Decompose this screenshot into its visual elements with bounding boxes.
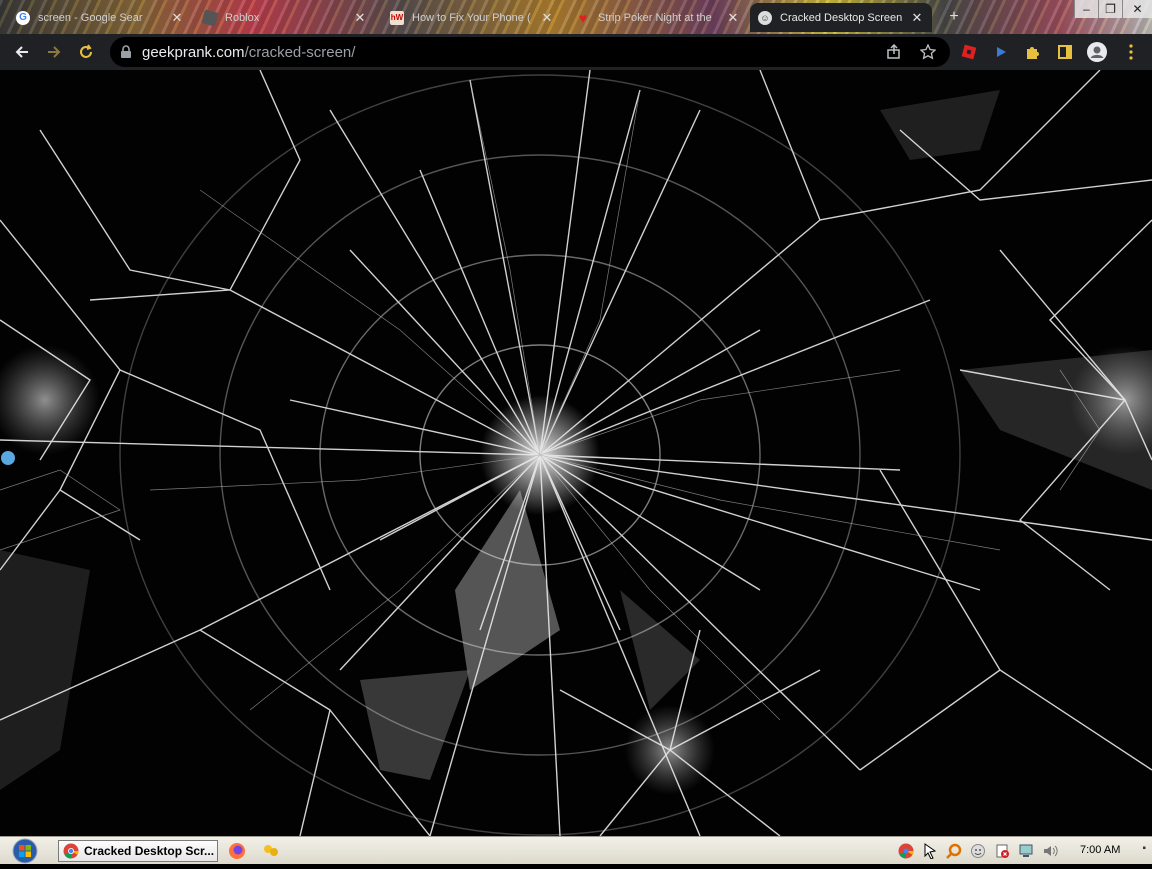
taskbar-window-label: Cracked Desktop Scr... xyxy=(84,844,215,858)
url-domain: geekprank.com xyxy=(142,43,245,61)
google-icon: G xyxy=(16,10,30,25)
close-icon[interactable]: ✕ xyxy=(170,10,184,25)
tab-strip-poker[interactable]: ♥ Strip Poker Night at the ✕ xyxy=(568,3,748,32)
taskbar-chrome-window[interactable]: Cracked Desktop Scr... xyxy=(58,840,218,862)
browser-toolbar: geekprank.com/cracked-screen/ xyxy=(0,34,1152,70)
roblox-extension-icon xyxy=(961,44,977,60)
play-extension-button[interactable] xyxy=(990,41,1012,63)
minimize-button[interactable]: – xyxy=(1074,0,1098,18)
bookmark-star-button[interactable] xyxy=(920,37,936,67)
tab-title: Strip Poker Night at the xyxy=(598,11,712,24)
roblox-extension-button[interactable] xyxy=(958,41,980,63)
firefox-icon xyxy=(229,843,245,859)
close-icon[interactable]: ✕ xyxy=(540,10,554,25)
back-button[interactable] xyxy=(6,36,38,68)
reload-icon xyxy=(80,44,92,58)
roblox-icon xyxy=(201,8,219,27)
close-icon[interactable]: ✕ xyxy=(353,10,367,25)
close-icon[interactable]: ✕ xyxy=(726,10,740,25)
kebab-menu-icon xyxy=(1129,44,1133,60)
share-icon xyxy=(887,44,900,59)
network-tray-icon[interactable] xyxy=(1018,843,1034,859)
heart-icon: ♥ xyxy=(578,9,588,26)
search-tray-icon[interactable] xyxy=(946,843,962,859)
tab-roblox[interactable]: Roblox ✕ xyxy=(195,3,375,32)
chrome-icon xyxy=(63,843,79,859)
windows-start-orb xyxy=(12,838,38,864)
reload-button[interactable] xyxy=(70,36,102,68)
start-button[interactable] xyxy=(4,838,46,864)
cursor-tray-icon[interactable] xyxy=(922,843,938,859)
extensions-button[interactable] xyxy=(1022,41,1044,63)
profile-button[interactable] xyxy=(1086,41,1108,63)
back-arrow-icon xyxy=(15,46,28,58)
share-button[interactable] xyxy=(886,37,902,67)
window-controls: – ❐ ✕ xyxy=(1074,0,1152,18)
tab-cracked-desktop-screen[interactable]: ☺ Cracked Desktop Screen ✕ xyxy=(750,3,932,32)
tab-title: How to Fix Your Phone ( xyxy=(412,11,531,24)
taskbar-clock[interactable]: 7:00 AM xyxy=(1080,844,1120,856)
tab-title: Roblox xyxy=(225,11,260,24)
side-panel-icon xyxy=(1058,45,1072,59)
tab-title: screen - Google Sear xyxy=(38,11,143,24)
chrome-menu-button[interactable] xyxy=(1120,41,1142,63)
forward-button[interactable] xyxy=(38,36,70,68)
volume-tray-icon[interactable] xyxy=(1042,843,1058,859)
tab-wikihow[interactable]: hW How to Fix Your Phone ( ✕ xyxy=(382,3,562,32)
tab-google-search[interactable]: G screen - Google Sear ✕ xyxy=(8,3,192,32)
cracked-screen-page[interactable] xyxy=(0,70,1152,836)
side-panel-button[interactable] xyxy=(1054,41,1076,63)
messenger-quicklaunch[interactable] xyxy=(262,842,280,860)
maximize-button[interactable]: ❐ xyxy=(1098,0,1122,18)
buddies-icon xyxy=(264,845,278,856)
windows-taskbar: Cracked Desktop Scr... 7:00 AM ▪ xyxy=(0,836,1152,864)
forward-arrow-icon xyxy=(48,46,61,58)
new-tab-button[interactable]: + xyxy=(945,8,963,26)
avatar-icon xyxy=(1087,42,1107,62)
address-bar[interactable]: geekprank.com/cracked-screen/ xyxy=(110,37,950,67)
close-icon[interactable]: ✕ xyxy=(910,10,924,25)
wikihow-icon: hW xyxy=(390,10,404,25)
puzzle-icon xyxy=(1027,47,1039,59)
lock-icon[interactable] xyxy=(120,45,132,59)
tab-title: Cracked Desktop Screen xyxy=(780,11,902,24)
cracked-glass-image xyxy=(0,70,1152,836)
chrome-tray-icon[interactable] xyxy=(898,843,914,859)
tab-strip: G screen - Google Sear ✕ Roblox ✕ hW How… xyxy=(0,0,1152,34)
url-path: /cracked-screen/ xyxy=(244,43,356,61)
play-icon xyxy=(997,47,1006,57)
action-center-tray-icon[interactable] xyxy=(994,843,1010,859)
geekprank-icon: ☺ xyxy=(758,10,772,25)
firefox-quicklaunch[interactable] xyxy=(228,842,246,860)
show-desktop-button[interactable]: ▪ xyxy=(1142,843,1146,854)
smiley-tray-icon[interactable] xyxy=(970,843,986,859)
star-icon xyxy=(920,44,936,60)
close-window-button[interactable]: ✕ xyxy=(1122,0,1152,18)
